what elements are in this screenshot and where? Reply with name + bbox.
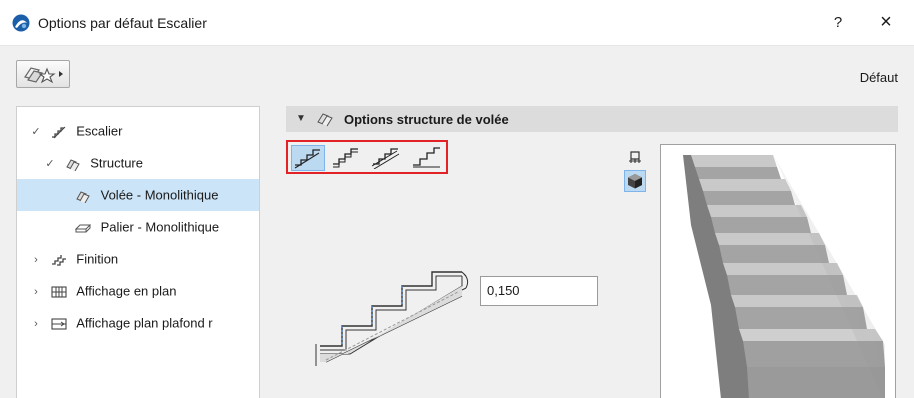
flight-structure-icon — [76, 190, 90, 203]
tree-item-finition[interactable]: › Finition — [17, 243, 259, 275]
tree-item-structure[interactable]: ✓ Structure — [17, 147, 259, 179]
slab-type-button[interactable] — [410, 145, 444, 171]
stepped-type-button[interactable] — [330, 145, 364, 171]
tree-item-volee[interactable]: Volée - Monolithique — [17, 179, 259, 211]
tree-item-label: Finition — [76, 251, 119, 267]
close-button[interactable]: × — [872, 10, 900, 36]
structure-icon — [317, 113, 333, 127]
stepped-stair-icon — [333, 148, 358, 168]
cube-icon — [628, 174, 642, 189]
stair-section-diagram — [315, 271, 469, 366]
tree-item-label: Palier - Monolithique — [100, 219, 220, 235]
collapse-arrow-icon[interactable]: ▼ — [296, 113, 306, 124]
window-title: Options par défaut Escalier — [38, 15, 207, 31]
tree-item-escalier[interactable]: ✓ Escalier — [17, 115, 259, 147]
archicad-logo-icon — [12, 14, 30, 32]
favorites-icon — [24, 67, 63, 84]
riser-height-input[interactable]: 0,150 — [480, 276, 598, 306]
chevron-right-icon[interactable]: › — [29, 308, 43, 340]
stair-3d-render — [683, 155, 885, 398]
tree-item-label: Escalier — [76, 123, 123, 139]
panel-title: Options structure de volée — [344, 112, 509, 127]
slab-stair-icon — [413, 147, 440, 168]
tree-item-label: Affichage plan plafond r — [76, 315, 213, 331]
content-area: ✓ Escalier ✓ Structure Volée - Monolithi… — [0, 98, 914, 398]
plan-view-icon[interactable] — [626, 148, 644, 166]
tree-item-affichage-plan[interactable]: › Affichage en plan — [17, 275, 259, 307]
chevron-right-icon[interactable]: › — [29, 244, 43, 276]
beam-stair-icon — [371, 148, 400, 170]
landing-icon — [75, 224, 91, 233]
chevron-down-icon[interactable]: ✓ — [43, 148, 57, 180]
title-bar: Options par défaut Escalier ? × — [0, 0, 914, 46]
settings-tree: ✓ Escalier ✓ Structure Volée - Monolithi… — [16, 106, 260, 398]
finish-icon — [51, 254, 66, 266]
ceiling-plan-icon — [51, 318, 67, 330]
beam-type-button[interactable] — [370, 145, 404, 171]
help-button[interactable]: ? — [826, 10, 850, 36]
favorites-button[interactable] — [16, 60, 70, 88]
monolithic-type-button[interactable] — [291, 145, 325, 171]
tree-item-label: Structure — [90, 155, 143, 171]
stair-3d-preview — [660, 144, 896, 398]
tree-item-label: Volée - Monolithique — [100, 187, 219, 203]
flight-structure-panel: ▼ Options structure de volée 0,150 — [282, 106, 902, 398]
stair-icon — [51, 126, 65, 138]
3d-view-button[interactable] — [624, 170, 646, 192]
chevron-right-icon[interactable]: › — [29, 276, 43, 308]
toolbar: Défaut — [0, 46, 914, 98]
chevron-down-icon[interactable]: ✓ — [29, 116, 43, 148]
default-label: Défaut — [859, 70, 898, 85]
tree-item-label: Affichage en plan — [76, 283, 177, 299]
floor-plan-icon — [51, 286, 67, 298]
monolithic-stair-icon — [294, 149, 320, 169]
panel-header[interactable]: ▼ Options structure de volée — [286, 106, 898, 132]
tree-item-affichage-plafond[interactable]: › Affichage plan plafond r — [17, 307, 259, 339]
structure-icon — [65, 158, 80, 171]
structure-type-group — [286, 140, 448, 174]
tree-item-palier[interactable]: Palier - Monolithique — [17, 211, 259, 243]
